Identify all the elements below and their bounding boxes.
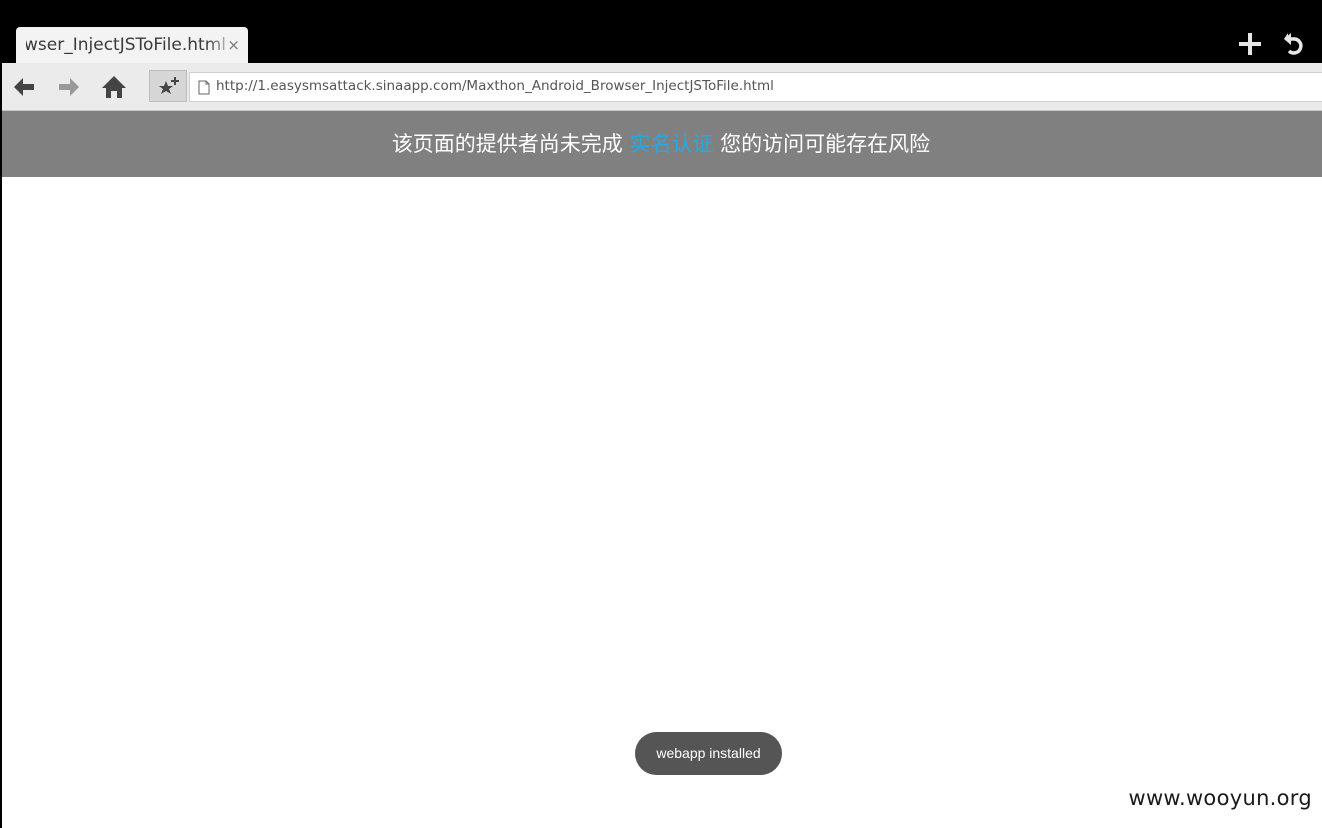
- watermark: www.wooyun.org: [1128, 786, 1312, 810]
- undo-icon[interactable]: [1281, 30, 1309, 58]
- banner-text-before: 该页面的提供者尚未完成: [391, 132, 630, 156]
- forward-arrow-icon[interactable]: [56, 74, 82, 100]
- tab-strip: 1.easysmsattack.sinaapp.com/Maxthon_Andr…: [0, 0, 1322, 63]
- banner-text-after: 您的访问可能存在风险: [713, 132, 931, 156]
- page-content: [0, 177, 1322, 828]
- toast-notification: webapp installed: [635, 732, 782, 775]
- back-arrow-icon[interactable]: [11, 74, 37, 100]
- add-bookmark-button[interactable]: [149, 70, 187, 102]
- tab-title: 1.easysmsattack.sinaapp.com/Maxthon_Andr…: [26, 35, 226, 55]
- url-text: http://1.easysmsattack.sinaapp.com/Maxth…: [216, 78, 774, 94]
- add-bookmark-star-icon: [159, 77, 179, 94]
- plus-icon[interactable]: [1236, 30, 1264, 58]
- address-bar[interactable]: http://1.easysmsattack.sinaapp.com/Maxth…: [189, 72, 1322, 102]
- tab-active[interactable]: 1.easysmsattack.sinaapp.com/Maxthon_Andr…: [16, 27, 248, 63]
- page-icon: [198, 80, 210, 95]
- real-name-warning-banner: 该页面的提供者尚未完成 实名认证 您的访问可能存在风险: [0, 111, 1322, 177]
- tab-close-icon[interactable]: ×: [227, 35, 240, 55]
- window-border: [0, 0, 2, 828]
- navigation-toolbar: http://1.easysmsattack.sinaapp.com/Maxth…: [0, 63, 1322, 111]
- home-icon[interactable]: [101, 74, 127, 100]
- real-name-verification-link[interactable]: 实名认证: [630, 132, 714, 156]
- browser-window: 1.easysmsattack.sinaapp.com/Maxthon_Andr…: [0, 0, 1322, 828]
